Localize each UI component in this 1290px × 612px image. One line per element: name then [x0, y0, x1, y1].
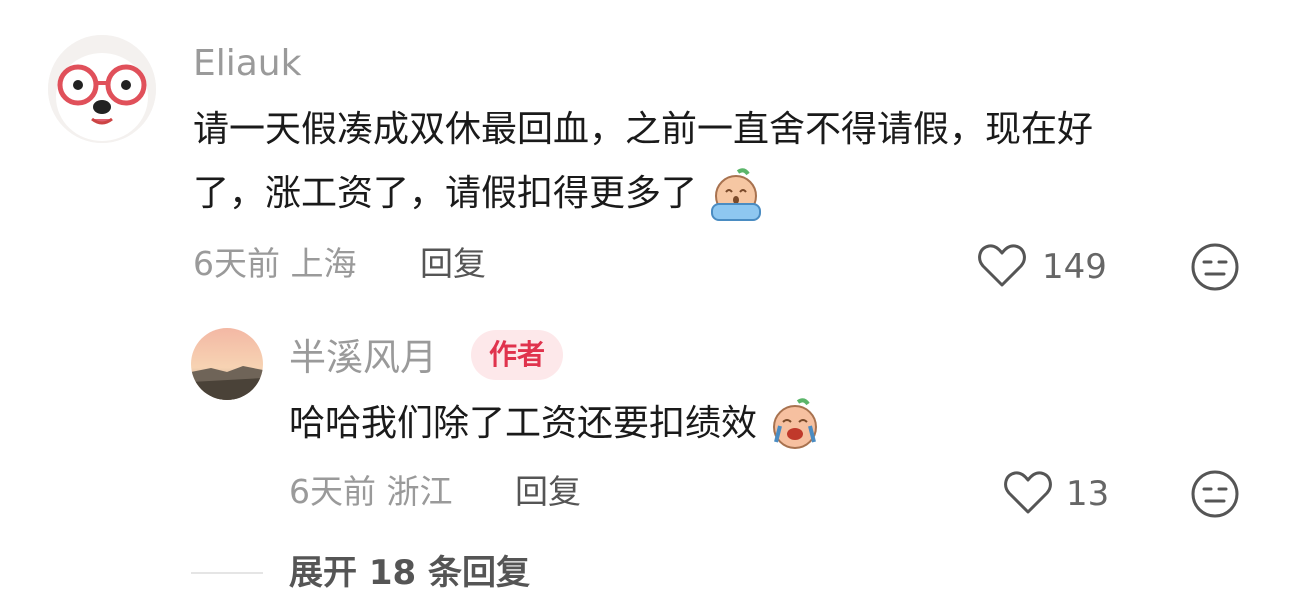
comment-text-line2: 了，涨工资了，请假扣得更多了	[193, 162, 764, 226]
crying-face-emoji	[708, 168, 764, 222]
reply-text-content: 哈哈我们除了工资还要扣绩效	[289, 403, 758, 444]
meh-face-icon	[1191, 243, 1239, 291]
reply-meta: 6天前 浙江	[289, 472, 453, 512]
comment-text-line2-content: 了，涨工资了，请假扣得更多了	[193, 173, 698, 214]
comment-reply-button[interactable]: 回复	[420, 244, 486, 284]
laughing-crying-emoji	[768, 398, 822, 452]
dog-avatar-image	[48, 35, 156, 143]
heart-outline-icon	[1004, 471, 1052, 514]
comment-location: 上海	[290, 244, 357, 283]
reply-dislike-button[interactable]	[1190, 469, 1240, 519]
reply-avatar[interactable]	[191, 328, 263, 400]
comment-meta: 6天前 上海	[193, 244, 357, 284]
comment-like-count: 149	[1042, 247, 1107, 287]
comment-time: 6天前	[193, 244, 280, 283]
reply-username[interactable]: 半溪风月	[289, 338, 437, 378]
author-badge: 作者	[471, 330, 564, 380]
reply-text: 哈哈我们除了工资还要扣绩效	[289, 392, 822, 456]
reply-like-count: 13	[1066, 474, 1110, 514]
comment-text-line1: 请一天假凑成双休最回血，之前一直舍不得请假，现在好	[193, 109, 1094, 150]
expand-divider	[191, 572, 263, 574]
sunset-avatar-image	[191, 328, 263, 400]
reply-time: 6天前	[289, 472, 376, 511]
comment-dislike-button[interactable]	[1190, 242, 1240, 292]
reply-like-button[interactable]	[1003, 470, 1053, 516]
reply-reply-button[interactable]: 回复	[515, 472, 581, 512]
comment-username[interactable]: Eliauk	[193, 44, 301, 84]
comment-like-button[interactable]	[977, 243, 1027, 289]
meh-face-icon	[1191, 470, 1239, 518]
expand-replies-button[interactable]: 展开 18 条回复	[289, 553, 530, 593]
heart-outline-icon	[978, 244, 1026, 287]
reply-location: 浙江	[386, 472, 453, 511]
avatar[interactable]	[48, 35, 156, 143]
